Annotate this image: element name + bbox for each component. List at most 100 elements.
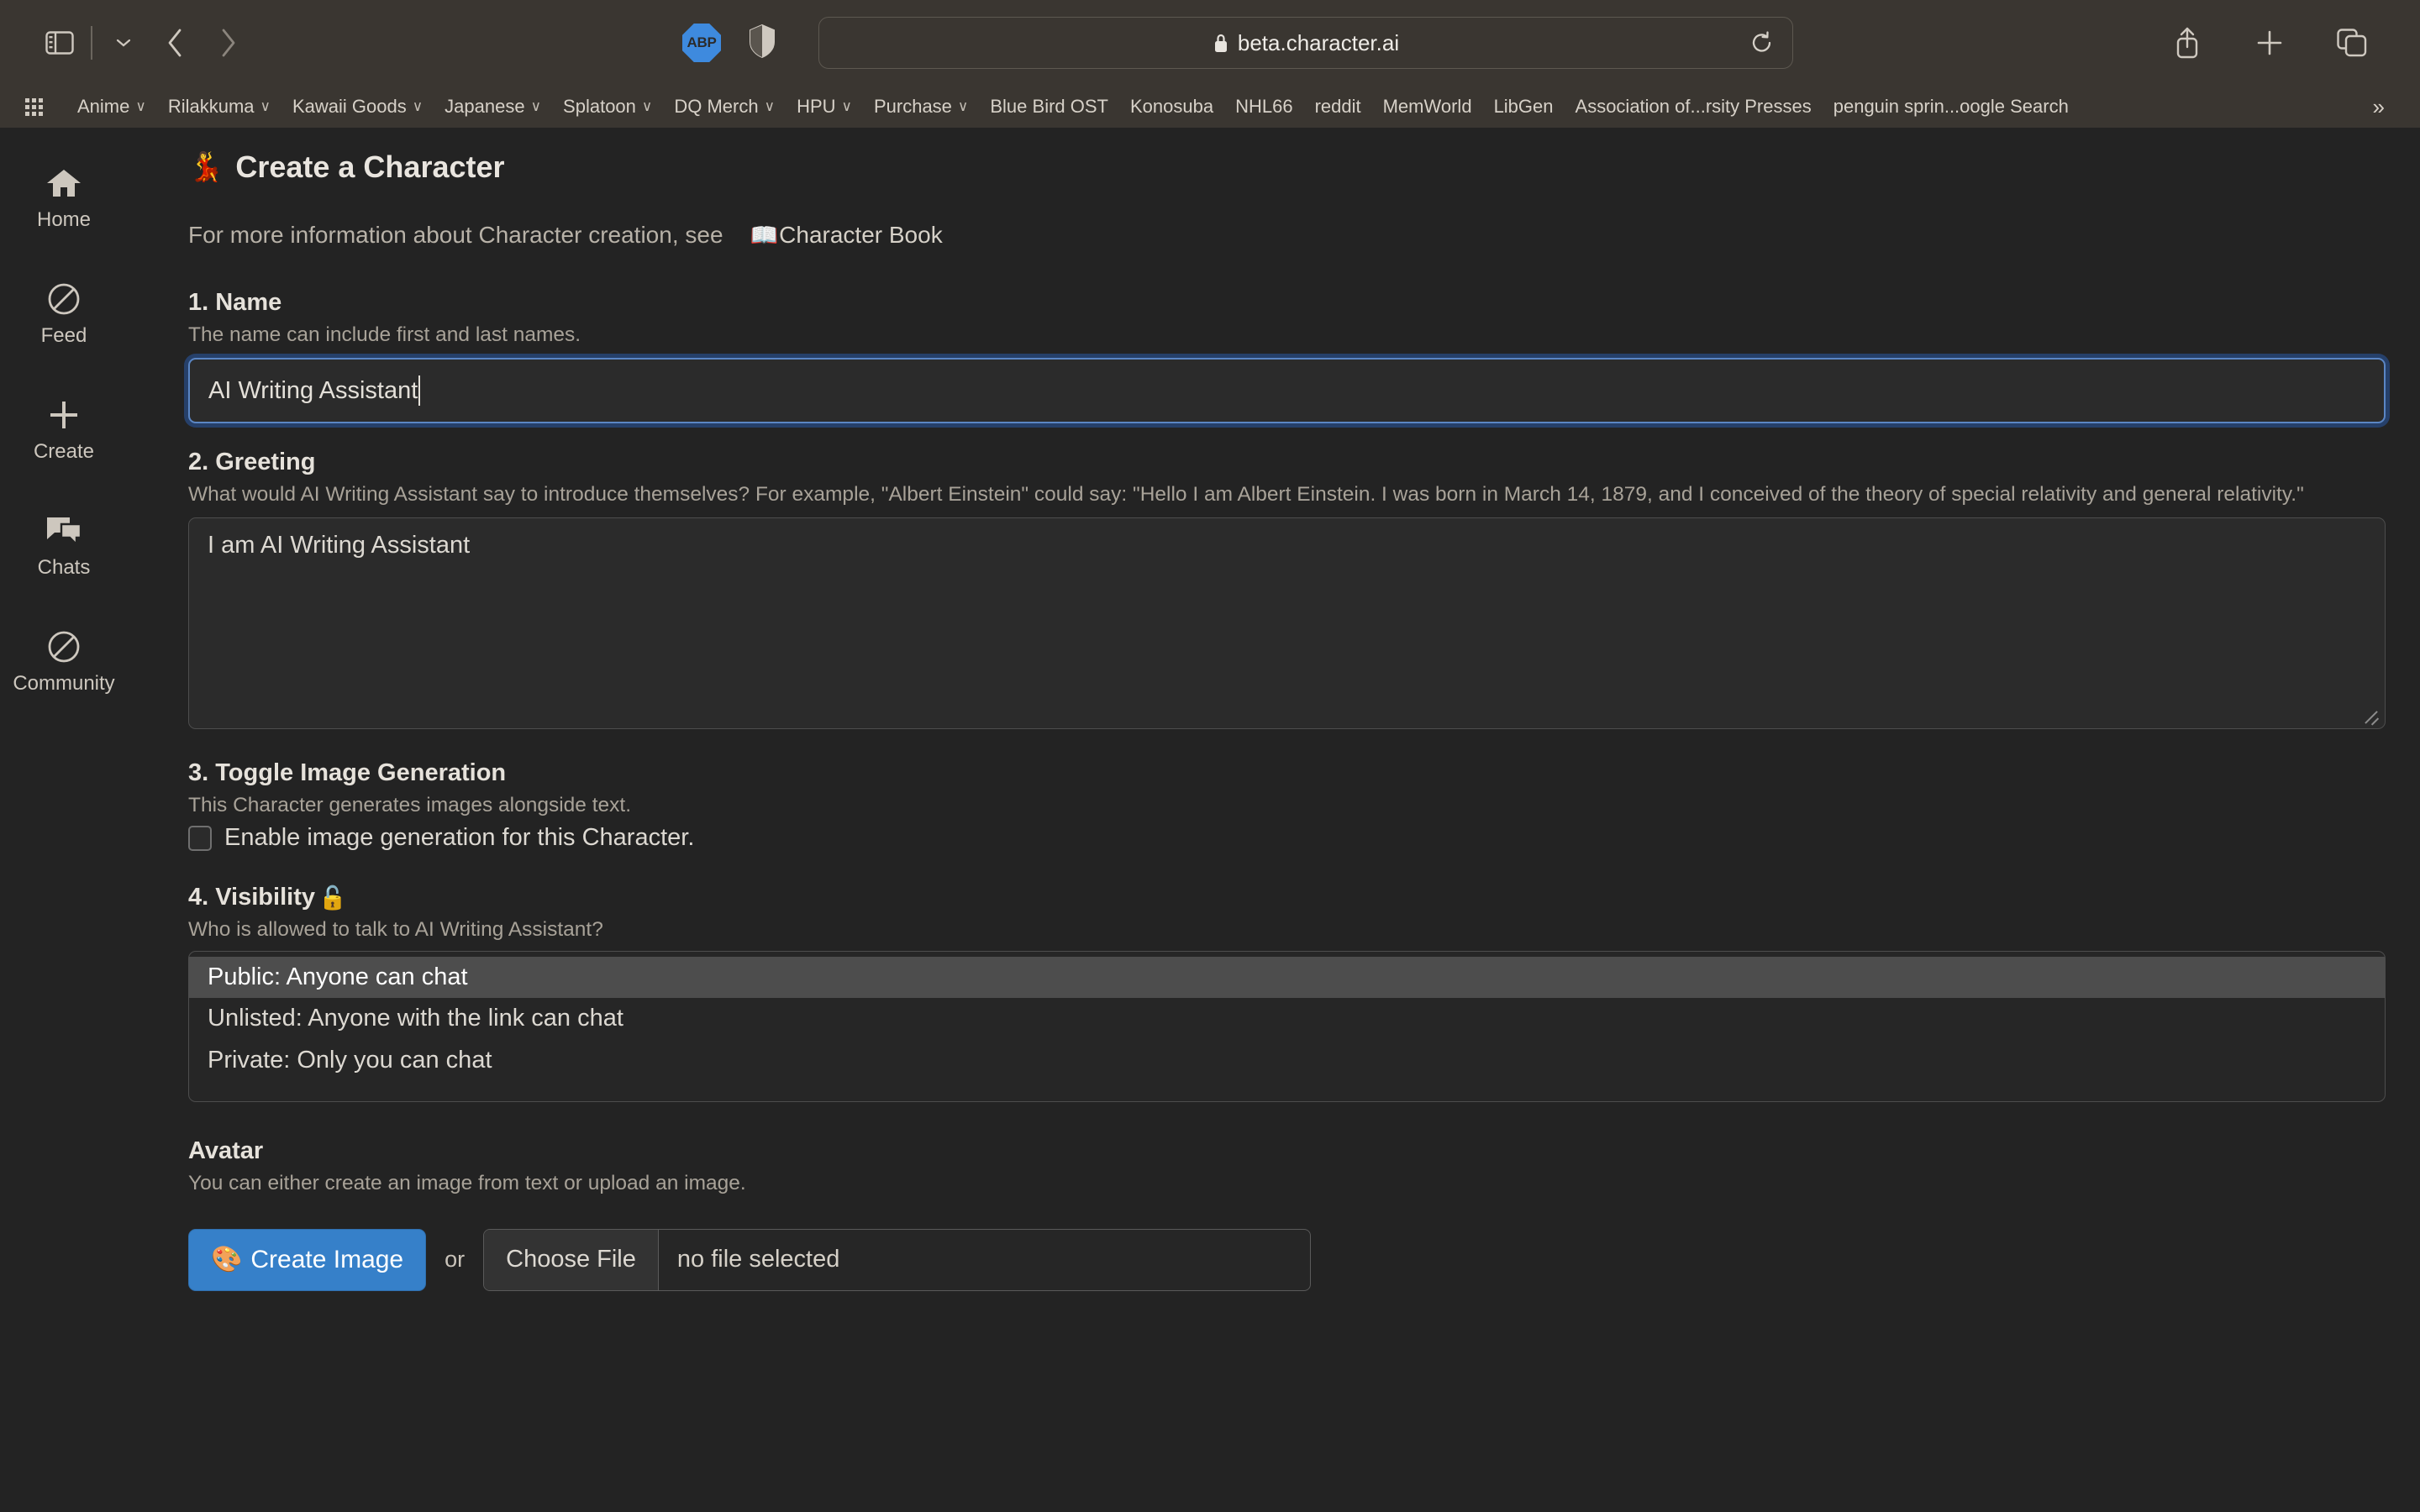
name-input-value: AI Writing Assistant (208, 377, 418, 405)
sidebar-item-community[interactable]: Community (5, 622, 123, 701)
bookmark-label: penguin sprin...oogle Search (1833, 96, 2069, 118)
address-bar[interactable]: beta.character.ai (818, 17, 1793, 69)
dancer-icon: 💃 (188, 153, 224, 181)
file-status-label: no file selected (659, 1230, 858, 1290)
bookmark-item[interactable]: Japanese ∨ (434, 92, 552, 121)
info-line: For more information about Character cre… (188, 222, 2386, 249)
grid-dot (32, 112, 36, 116)
avatar-heading: Avatar (188, 1137, 2386, 1165)
bookmark-item[interactable]: penguin sprin...oogle Search (1823, 92, 2080, 121)
new-tab-button[interactable] (2244, 17, 2296, 69)
bookmark-item[interactable]: DQ Merch∨ (663, 92, 786, 121)
greeting-textarea[interactable]: I am AI Writing Assistant (188, 517, 2386, 729)
bookmark-label: Japanese (445, 96, 524, 118)
avatar-section: Avatar You can either create an image fr… (188, 1137, 2386, 1291)
grid-dot (25, 105, 29, 109)
page-title: Create a Character (235, 150, 504, 185)
greeting-textarea-value: I am AI Writing Assistant (208, 532, 470, 559)
bookmark-item[interactable]: Konosuba (1119, 92, 1224, 121)
chevron-down-icon: ∨ (842, 98, 852, 115)
bookmark-item[interactable]: MemWorld (1372, 92, 1483, 121)
blocked-icon (45, 279, 82, 319)
chevron-down-icon: ∨ (260, 98, 271, 115)
open-book-icon: 📖 (750, 222, 779, 249)
bookmark-item[interactable]: Blue Bird OST (979, 92, 1119, 121)
bookmark-label: Anime (77, 96, 129, 118)
toolbar-divider (91, 26, 92, 60)
app-sidebar: Home Feed Create (0, 128, 128, 1512)
abp-label: ABP (687, 34, 717, 51)
grid-dot (25, 98, 29, 102)
or-label: or (445, 1247, 465, 1273)
visibility-option-private[interactable]: Private: Only you can chat (189, 1040, 2385, 1081)
sidebar-item-label: Chats (38, 556, 91, 580)
sidebar-item-label: Home (37, 208, 91, 232)
chevron-down-icon: ∨ (531, 98, 541, 115)
choose-file-button[interactable]: Choose File (484, 1230, 659, 1290)
bookmark-item[interactable]: Rilakkuma∨ (157, 92, 281, 121)
sidebar-item-chats[interactable]: Chats (5, 506, 123, 585)
tab-overview-button[interactable] (2326, 17, 2378, 69)
browser-toolbar: ABP beta.character.ai (0, 0, 2420, 86)
visibility-option-public[interactable]: Public: Anyone can chat (189, 957, 2385, 998)
sidebar-dropdown-button[interactable] (97, 17, 150, 69)
greeting-section-heading: 2. Greeting (188, 449, 2386, 476)
bookmark-list: Anime∨Rilakkuma∨Kawaii Goods∨Japanese∨Sp… (66, 92, 2080, 121)
sidebar-item-home[interactable]: Home (5, 158, 123, 237)
bookmark-label: Association of...rsity Presses (1576, 96, 1812, 118)
sidebar-toggle-button[interactable] (34, 17, 86, 69)
avatar-subtext: You can either create an image from text… (188, 1169, 2386, 1197)
create-image-button[interactable]: 🎨 Create Image (188, 1229, 426, 1291)
tabs-icon (2336, 28, 2368, 58)
bookmark-label: DQ Merch (674, 96, 758, 118)
adblock-plus-extension-button[interactable]: ABP (682, 24, 721, 62)
bookmark-item[interactable]: Purchase ∨ (863, 92, 979, 121)
chevron-down-icon: ∨ (958, 98, 968, 115)
greeting-section-subtext: What would AI Writing Assistant say to i… (188, 480, 2386, 508)
visibility-subtext: Who is allowed to talk to AI Writing Ass… (188, 916, 2386, 943)
bookmark-item[interactable]: Splatoon∨ (552, 92, 663, 121)
lock-icon: 🔓 (318, 885, 347, 911)
image-generation-checkbox-row[interactable]: Enable image generation for this Charact… (188, 824, 2386, 852)
apps-grid-icon[interactable] (25, 98, 43, 116)
bookmark-label: reddit (1315, 96, 1361, 118)
image-generation-section: 3. Toggle Image Generation This Characte… (188, 759, 2386, 852)
app-body: Home Feed Create (0, 128, 2420, 1512)
greeting-section: 2. Greeting What would AI Writing Assist… (188, 449, 2386, 729)
name-section-subtext: The name can include first and last name… (188, 321, 2386, 349)
visibility-option-unlisted[interactable]: Unlisted: Anyone with the link can chat (189, 998, 2385, 1039)
lock-icon (1213, 32, 1229, 54)
privacy-shield-button[interactable] (748, 24, 776, 63)
palette-icon: 🎨 (211, 1245, 242, 1274)
reload-icon (1750, 30, 1774, 55)
image-generation-checkbox[interactable] (188, 826, 212, 851)
bookmark-label: Splatoon (563, 96, 636, 118)
sidebar-item-feed[interactable]: Feed (5, 274, 123, 353)
resize-handle-icon[interactable] (2361, 705, 2380, 723)
image-generation-heading: 3. Toggle Image Generation (188, 759, 2386, 787)
bookmark-item[interactable]: Kawaii Goods∨ (281, 92, 434, 121)
sidebar-item-create[interactable]: Create (5, 390, 123, 469)
name-input[interactable]: AI Writing Assistant (188, 358, 2386, 423)
bookmark-label: Purchase (874, 96, 952, 118)
visibility-listbox[interactable]: Public: Anyone can chat Unlisted: Anyone… (188, 951, 2386, 1101)
forward-button[interactable] (202, 17, 254, 69)
bookmarks-overflow-button[interactable]: » (2366, 94, 2391, 120)
back-button[interactable] (150, 17, 202, 69)
reload-button[interactable] (1744, 24, 1781, 61)
grid-dot (39, 105, 43, 109)
bookmark-item[interactable]: Association of...rsity Presses (1565, 92, 1823, 121)
bookmark-item[interactable]: HPU∨ (786, 92, 863, 121)
bookmark-item[interactable]: NHL66 (1224, 92, 1303, 121)
text-cursor (418, 375, 420, 406)
character-book-link[interactable]: 📖Character Book (750, 222, 943, 249)
bookmark-label: LibGen (1494, 96, 1554, 118)
visibility-section: 4. Visibility 🔓 Who is allowed to talk t… (188, 884, 2386, 1101)
share-button[interactable] (2161, 17, 2213, 69)
bookmark-item[interactable]: Anime∨ (66, 92, 157, 121)
bookmark-item[interactable]: reddit (1304, 92, 1372, 121)
file-upload-field[interactable]: Choose File no file selected (483, 1229, 1311, 1291)
bookmark-item[interactable]: LibGen (1483, 92, 1565, 121)
sidebar-item-label: Feed (41, 324, 87, 348)
grid-dot (39, 98, 43, 102)
